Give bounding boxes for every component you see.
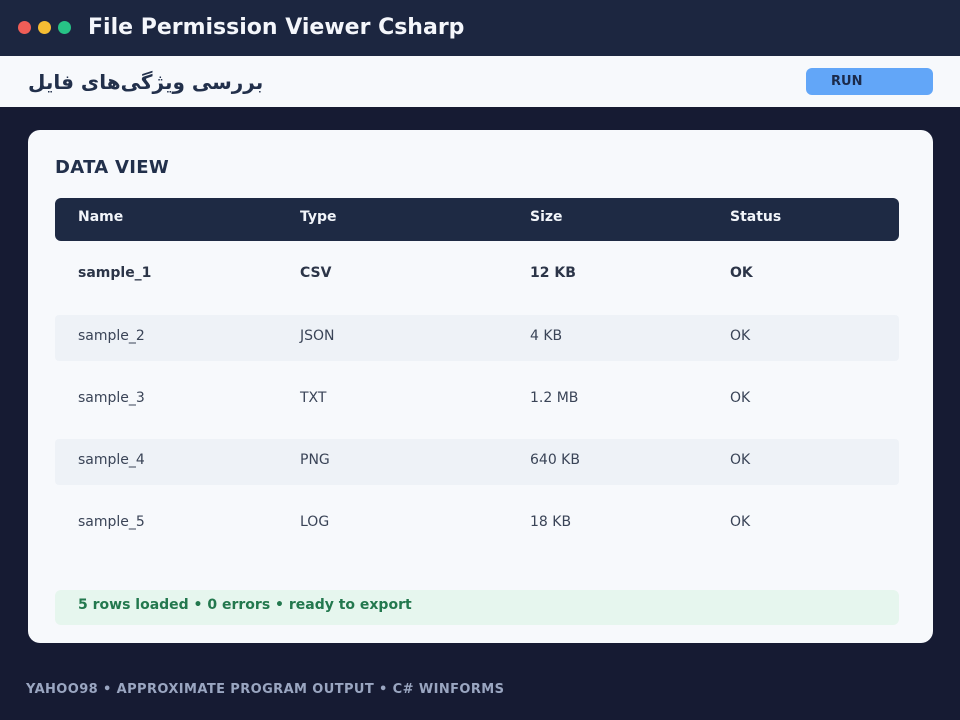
cell-status: OK: [730, 390, 751, 406]
table-row[interactable]: sample_3 TXT 1.2 MB OK: [55, 377, 899, 423]
column-header-name[interactable]: Name: [78, 198, 123, 236]
cell-type: LOG: [300, 514, 330, 530]
app-title: File Permission Viewer Csharp: [88, 15, 465, 40]
toolbar: بررسی ویژگی‌های فایل RUN: [0, 56, 960, 107]
cell-name: sample_3: [78, 390, 145, 406]
table-header: Name Type Size Status: [55, 198, 899, 241]
data-view-panel: DATA VIEW Name Type Size Status sample_1…: [28, 130, 933, 643]
cell-name: sample_4: [78, 452, 145, 468]
table-row[interactable]: sample_4 PNG 640 KB OK: [55, 439, 899, 485]
cell-type: JSON: [300, 328, 335, 344]
cell-name: sample_1: [78, 265, 152, 281]
status-bar: 5 rows loaded • 0 errors • ready to expo…: [55, 590, 899, 625]
footer-caption: YAHOO98 • APPROXIMATE PROGRAM OUTPUT • C…: [26, 682, 505, 697]
column-header-size[interactable]: Size: [530, 198, 563, 236]
column-header-type[interactable]: Type: [300, 198, 337, 236]
minimize-window-icon[interactable]: [38, 21, 51, 34]
close-window-icon[interactable]: [18, 21, 31, 34]
column-header-status[interactable]: Status: [730, 198, 781, 236]
table-row[interactable]: sample_5 LOG 18 KB OK: [55, 501, 899, 547]
section-title: DATA VIEW: [55, 157, 170, 178]
cell-size: 1.2 MB: [530, 390, 579, 406]
status-message: 5 rows loaded • 0 errors • ready to expo…: [78, 597, 412, 613]
run-button[interactable]: RUN: [806, 68, 933, 95]
table-row[interactable]: sample_1 CSV 12 KB OK: [55, 252, 899, 298]
maximize-window-icon[interactable]: [58, 21, 71, 34]
cell-status: OK: [730, 328, 751, 344]
cell-size: 4 KB: [530, 328, 563, 344]
cell-type: PNG: [300, 452, 330, 468]
cell-type: TXT: [300, 390, 327, 406]
cell-size: 12 KB: [530, 265, 576, 281]
cell-size: 640 KB: [530, 452, 580, 468]
table-row[interactable]: sample_2 JSON 4 KB OK: [55, 315, 899, 361]
cell-type: CSV: [300, 265, 332, 281]
cell-size: 18 KB: [530, 514, 572, 530]
toolbar-title: بررسی ویژگی‌های فایل: [28, 70, 264, 94]
cell-status: OK: [730, 514, 751, 530]
cell-name: sample_5: [78, 514, 145, 530]
cell-status: OK: [730, 265, 753, 281]
title-bar: File Permission Viewer Csharp: [0, 0, 960, 56]
cell-name: sample_2: [78, 328, 145, 344]
cell-status: OK: [730, 452, 751, 468]
